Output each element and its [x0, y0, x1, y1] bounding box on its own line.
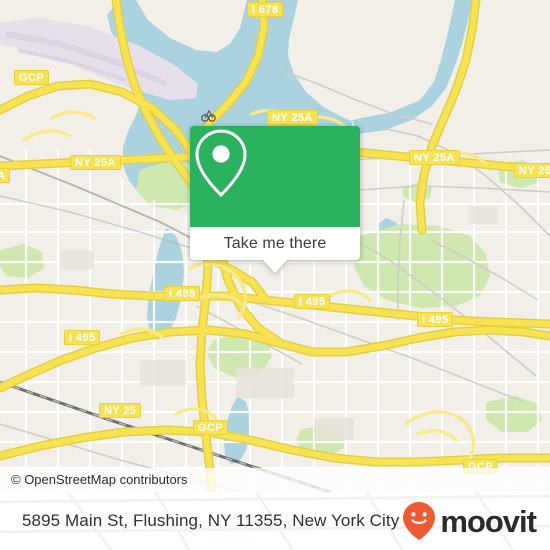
road-shield-i495-3: I 495 — [417, 312, 454, 327]
location-callout-card[interactable]: Take me there — [190, 126, 360, 273]
road-shield-ny25a-1: NY 25A — [267, 110, 318, 125]
road-shield-gcp-1: GCP — [14, 70, 50, 85]
location-address-label: 5895 Main St, Flushing, NY 11355, New Yo… — [22, 511, 400, 530]
moovit-wordmark: moovit — [440, 503, 537, 539]
map-pin-icon — [195, 129, 247, 198]
road-shield-partial-a: A — [0, 168, 11, 183]
road-shield-ny25a-4: NY 25A — [514, 163, 550, 178]
road-shield-gcp-2: GCP — [193, 420, 229, 435]
road-shield-i495-2: I 495 — [294, 294, 331, 309]
road-shield-ny25a-3: NY 25A — [409, 150, 460, 165]
road-shield-ny25a-2: NY 25A — [70, 155, 121, 170]
callout-pointer-tail — [263, 260, 287, 273]
road-shield-ny25: NY 25 — [99, 403, 142, 418]
map-canvas[interactable]: I 678 GCP NY 25A NY 25A A NY 25A NY 25A … — [0, 0, 550, 492]
callout-action-bar[interactable]: Take me there — [190, 227, 360, 260]
road-shield-i495-1: I 495 — [164, 286, 201, 301]
footer-bar: 5895 Main St, Flushing, NY 11355, New Yo… — [0, 492, 550, 550]
map-attribution[interactable]: © OpenStreetMap contributors — [0, 468, 550, 492]
moovit-smiley-pin-icon — [403, 502, 436, 540]
road-shield-i495-4: I 495 — [64, 330, 101, 345]
callout-marker-area — [190, 126, 360, 227]
road-shield-i678: I 678 — [247, 2, 284, 17]
map-screenshot: I 678 GCP NY 25A NY 25A A NY 25A NY 25A … — [0, 0, 550, 550]
moovit-brand[interactable]: moovit — [402, 492, 537, 550]
take-me-there-button[interactable]: Take me there — [224, 235, 327, 253]
